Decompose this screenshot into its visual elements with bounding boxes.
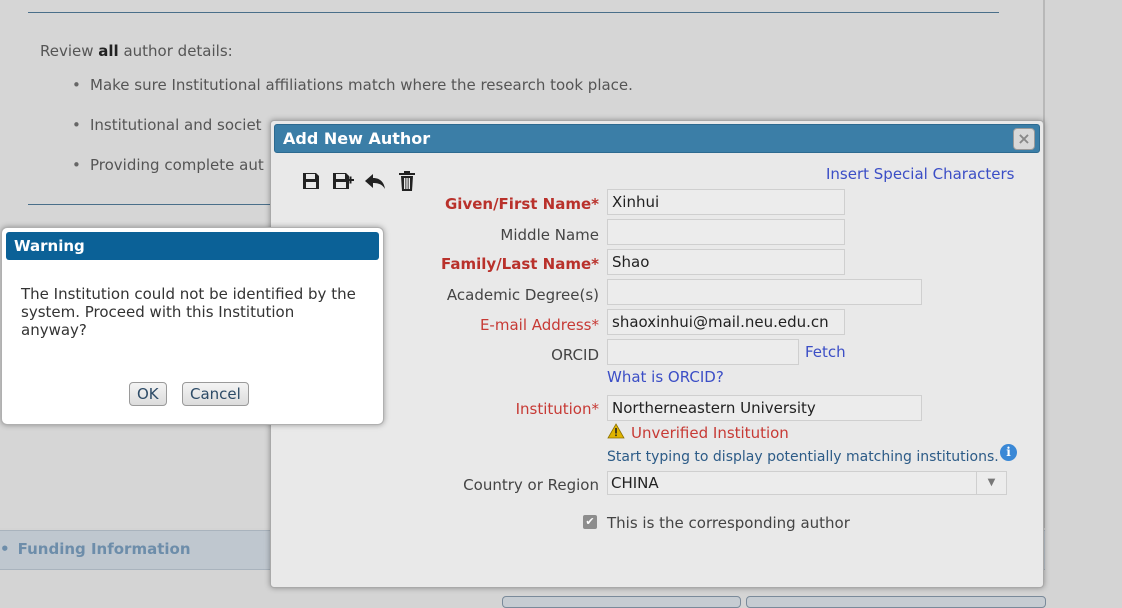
cancel-button[interactable]: Cancel	[182, 382, 249, 406]
institution-hint: Start typing to display potentially matc…	[607, 449, 999, 465]
ok-button[interactable]: OK	[129, 382, 167, 406]
academic-degree-field[interactable]	[607, 279, 922, 305]
save-and-add-icon[interactable]	[331, 169, 355, 193]
chevron-down-icon[interactable]: ▼	[976, 472, 1006, 494]
info-icon[interactable]: i	[1000, 444, 1017, 461]
delete-icon[interactable]	[395, 169, 419, 193]
family-name-label: Family/Last Name*	[441, 255, 599, 273]
review-instructions: Review all author details:	[40, 42, 233, 60]
what-is-orcid-link[interactable]: What is ORCID?	[607, 368, 724, 386]
orcid-label: ORCID	[551, 346, 599, 364]
warning-triangle-icon	[607, 423, 625, 443]
institution-field[interactable]	[607, 395, 922, 421]
close-icon[interactable]: ×	[1013, 128, 1035, 150]
institution-label: Institution*	[515, 400, 599, 418]
warning-title: Warning	[6, 232, 379, 260]
corresponding-author-checkbox[interactable]: ✔	[583, 515, 597, 529]
dialog-title: Add New Author	[283, 129, 431, 148]
unverified-institution-warning: Unverified Institution	[607, 423, 789, 443]
author-toolbar	[299, 169, 419, 193]
email-field[interactable]	[607, 309, 845, 335]
middle-name-label: Middle Name	[500, 226, 599, 244]
bullet-item: Make sure Institutional affiliations mat…	[72, 76, 633, 116]
family-name-field[interactable]	[607, 249, 845, 275]
add-new-author-dialog: Add New Author × Insert Special Characte…	[270, 120, 1044, 588]
given-name-label: Given/First Name*	[445, 195, 599, 213]
given-name-field[interactable]	[607, 189, 845, 215]
academic-degree-label: Academic Degree(s)	[446, 286, 599, 304]
background-button[interactable]	[746, 596, 1046, 608]
save-icon[interactable]	[299, 169, 323, 193]
insert-special-characters-link[interactable]: Insert Special Characters	[826, 165, 1014, 183]
corresponding-author-label: This is the corresponding author	[607, 514, 850, 532]
bullet-icon: •	[0, 540, 10, 558]
country-selected-value: CHINA	[611, 474, 659, 492]
divider-top	[28, 12, 999, 13]
undo-icon[interactable]	[363, 169, 387, 193]
unverified-institution-text: Unverified Institution	[631, 424, 789, 442]
funding-information-link[interactable]: • Funding Information	[0, 540, 191, 558]
email-label: E-mail Address*	[479, 316, 599, 334]
warning-dialog: Warning The Institution could not be ide…	[1, 227, 384, 425]
warning-message: The Institution could not be identified …	[21, 285, 356, 339]
country-select[interactable]: CHINA ▼	[607, 471, 1007, 495]
country-label: Country or Region	[463, 476, 599, 494]
dialog-title-bar: Add New Author ×	[274, 124, 1040, 153]
background-button[interactable]	[502, 596, 741, 608]
fetch-orcid-link[interactable]: Fetch	[805, 343, 846, 361]
orcid-field[interactable]	[607, 339, 799, 365]
middle-name-field[interactable]	[607, 219, 845, 245]
